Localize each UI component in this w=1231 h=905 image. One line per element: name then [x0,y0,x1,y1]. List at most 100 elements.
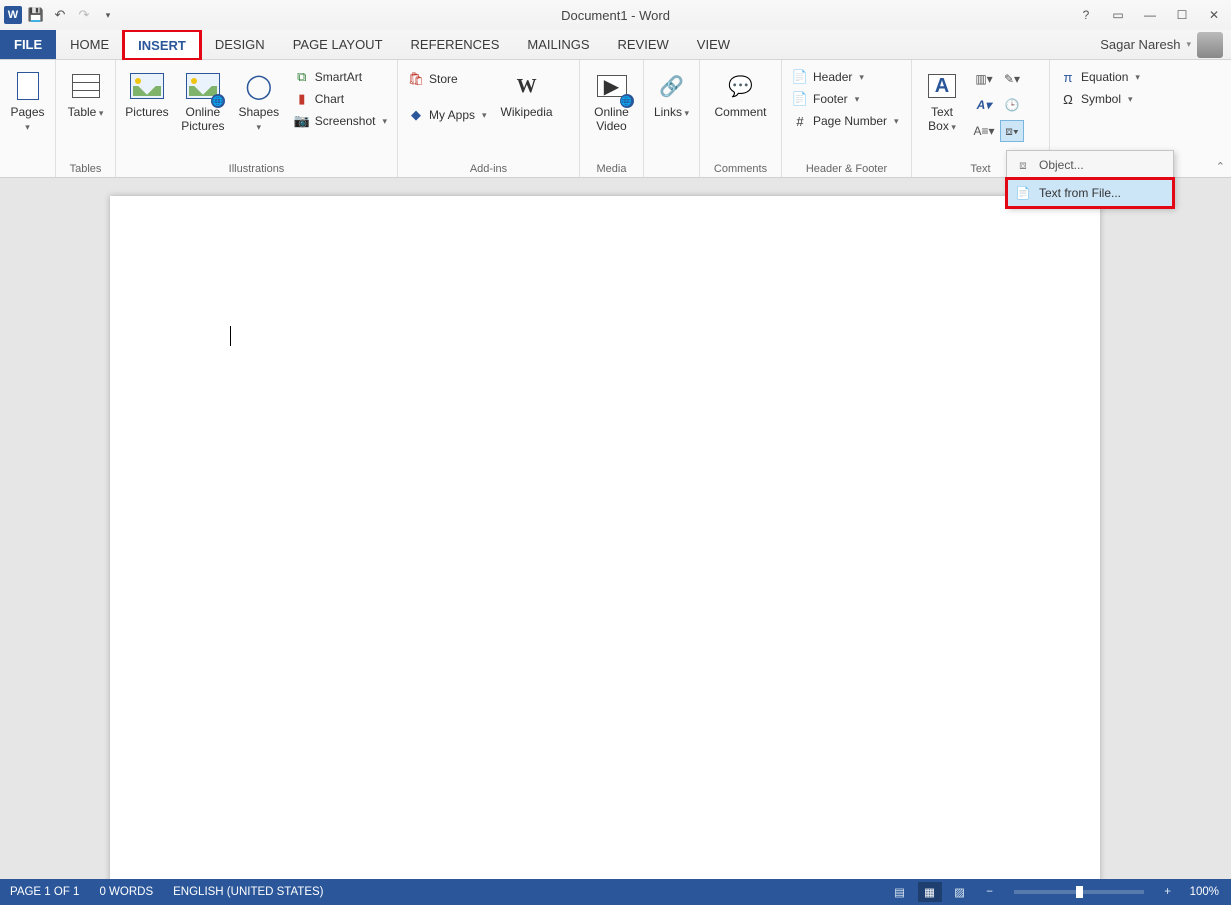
tab-mailings[interactable]: MAILINGS [513,30,603,59]
header-button[interactable]: 📄 Header [788,68,903,86]
table-button[interactable]: Table [62,64,109,124]
footer-label: Footer [813,92,848,106]
save-icon[interactable]: 💾 [26,5,46,25]
redo-icon[interactable]: ↷ [74,5,94,25]
my-apps-icon: ◆ [408,107,424,123]
smartart-button[interactable]: ⧉SmartArt [290,68,391,86]
symbol-label: Symbol [1081,92,1121,106]
wikipedia-icon: W [509,68,545,104]
tab-references[interactable]: REFERENCES [397,30,514,59]
title-bar: W 💾 ↶ ↷ ▾ Document1 - Word ? ▭ — ☐ ✕ [0,0,1231,30]
tab-file[interactable]: FILE [0,30,56,59]
screenshot-icon: 📷 [294,113,310,129]
page-number-label: Page Number [813,114,887,128]
close-icon[interactable]: ✕ [1201,5,1227,25]
read-mode-icon[interactable]: ▤ [888,882,912,902]
wikipedia-button[interactable]: W Wikipedia [497,64,557,124]
zoom-slider-thumb[interactable] [1076,886,1083,898]
comment-label: Comment [714,106,766,120]
word-app-icon: W [4,6,22,24]
qat-customize-icon[interactable]: ▾ [98,5,118,25]
page-number-button[interactable]: #Page Number [788,112,903,130]
print-layout-icon[interactable]: ▦ [918,882,942,902]
signature-line-button[interactable]: ✎▾ [1000,68,1024,90]
pages-button[interactable]: Pages [6,64,49,138]
symbol-button[interactable]: Ω Symbol [1056,90,1144,108]
object-dropdown-menu: ⧈ Object... 📄 Text from File... [1006,150,1174,208]
shapes-label: Shapes [236,106,282,134]
ribbon-display-icon[interactable]: ▭ [1105,5,1131,25]
comment-button[interactable]: 💬 Comment [706,64,775,124]
my-apps-label: My Apps [429,108,475,122]
zoom-level[interactable]: 100% [1186,886,1223,898]
status-page[interactable]: PAGE 1 OF 1 [0,886,89,898]
screenshot-label: Screenshot [315,114,376,128]
screenshot-button[interactable]: 📷 Screenshot [290,112,391,130]
menu-item-text-from-file[interactable]: 📄 Text from File... [1007,179,1173,207]
tab-home[interactable]: HOME [56,30,123,59]
tab-page-layout[interactable]: PAGE LAYOUT [279,30,397,59]
online-pictures-button[interactable]: 🌐 Online Pictures [178,64,228,138]
document-area[interactable] [0,178,1231,879]
text-cursor [230,326,231,346]
tab-design[interactable]: DESIGN [201,30,279,59]
shapes-icon: ◯ [241,68,277,104]
quick-parts-button[interactable]: ▥▾ [972,68,996,90]
symbol-icon: Ω [1060,91,1076,107]
store-label: Store [429,72,458,86]
header-label: Header [813,70,852,84]
maximize-icon[interactable]: ☐ [1169,5,1195,25]
online-pictures-icon: 🌐 [185,68,221,104]
table-label: Table [68,106,104,120]
footer-button[interactable]: 📄Footer [788,90,903,108]
pages-label: Pages [8,106,47,134]
object-icon: ⧈ [1015,157,1031,173]
header-icon: 📄 [792,69,808,85]
help-icon[interactable]: ? [1073,5,1099,25]
tab-insert[interactable]: INSERT [123,30,201,60]
wordart-button[interactable]: A▾ [972,94,996,116]
online-video-button[interactable]: ▶🌐 Online Video [586,64,637,138]
user-avatar[interactable] [1197,32,1223,58]
text-box-button[interactable]: A Text Box [918,64,966,138]
group-links-label [650,160,693,175]
minimize-icon[interactable]: — [1137,5,1163,25]
text-box-icon: A [924,68,960,104]
menu-item-text-from-file-label: Text from File... [1039,186,1121,200]
pictures-label: Pictures [125,106,168,120]
pictures-icon [129,68,165,104]
user-dropdown-icon[interactable]: ▾ [1186,39,1191,50]
comment-icon: 💬 [723,68,759,104]
equation-icon: π [1060,69,1076,85]
status-words[interactable]: 0 WORDS [89,886,163,898]
pages-icon [10,68,46,104]
drop-cap-button[interactable]: A≡▾ [972,120,996,142]
web-layout-icon[interactable]: ▨ [948,882,972,902]
status-language[interactable]: ENGLISH (UNITED STATES) [163,886,333,898]
group-pages-label [6,160,49,175]
date-time-button[interactable]: 🕒 [1000,94,1024,116]
equation-button[interactable]: πEquation [1056,68,1144,86]
smartart-label: SmartArt [315,70,362,84]
online-pictures-label: Online Pictures [180,106,226,134]
my-apps-button[interactable]: ◆ My Apps [404,106,491,124]
menu-item-object[interactable]: ⧈ Object... [1007,151,1173,179]
store-button[interactable]: 🛍Store [404,70,491,88]
tab-view[interactable]: VIEW [683,30,744,59]
group-addins-label: Add-ins [404,160,573,175]
user-name[interactable]: Sagar Naresh [1100,37,1180,52]
document-page[interactable] [110,196,1100,879]
links-button[interactable]: 🔗 Links [650,64,693,124]
collapse-ribbon-icon[interactable]: ⌃ [1216,160,1225,173]
undo-icon[interactable]: ↶ [50,5,70,25]
group-illustrations-label: Illustrations [122,160,391,175]
object-button[interactable]: ⧈▾ [1000,120,1024,142]
tab-review[interactable]: REVIEW [604,30,683,59]
zoom-out-icon[interactable]: − [978,882,1002,902]
zoom-in-icon[interactable]: + [1156,882,1180,902]
zoom-slider[interactable] [1014,890,1144,894]
chart-button[interactable]: ▮Chart [290,90,391,108]
pictures-button[interactable]: Pictures [122,64,172,124]
menu-item-object-label: Object... [1039,158,1084,172]
shapes-button[interactable]: ◯ Shapes [234,64,284,138]
